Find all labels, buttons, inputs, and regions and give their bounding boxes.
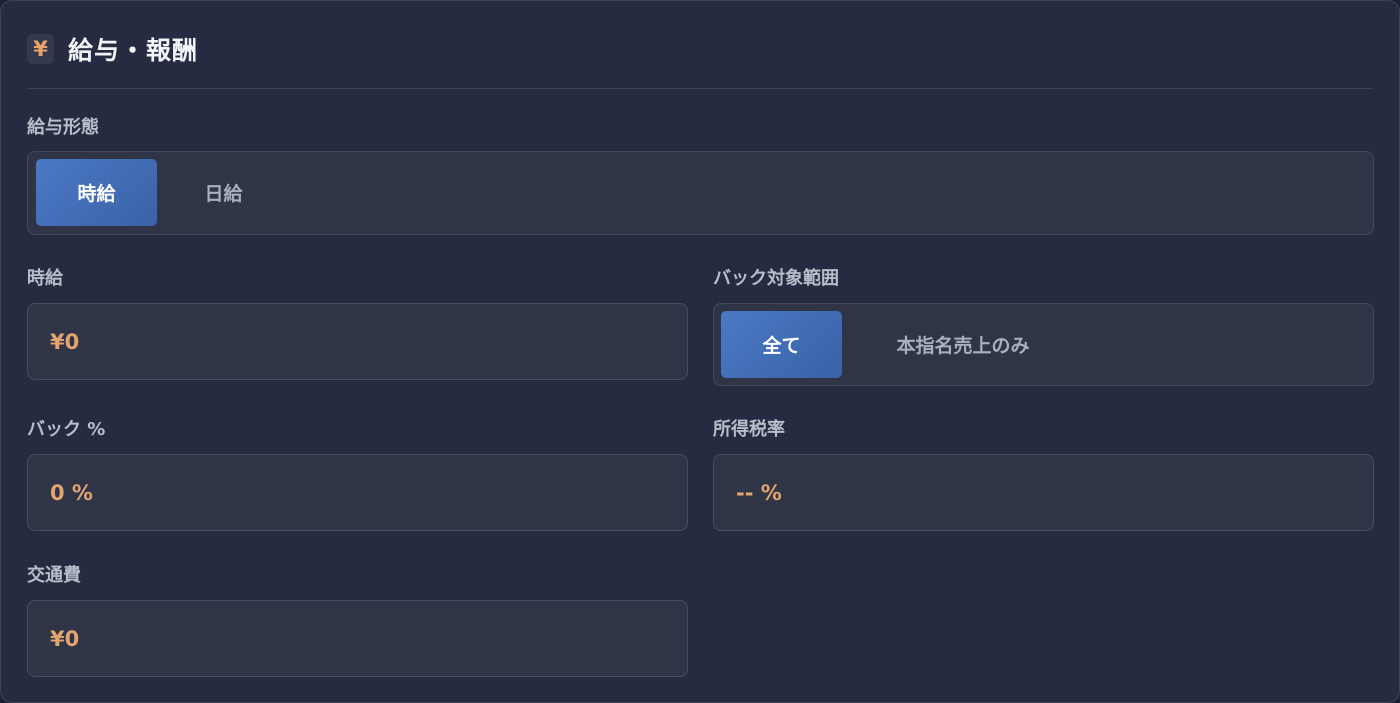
back-scope-option-main-nomination[interactable]: 本指名売上のみ [848,311,1078,378]
back-scope-option-all[interactable]: 全て [721,311,842,378]
transport-label: 交通費 [27,565,81,586]
pay-type-label: 給与形態 [27,117,99,138]
pay-type-option-daily[interactable]: 日給 [163,159,284,226]
pay-type-option-hourly[interactable]: 時給 [36,159,157,226]
header-divider [27,88,1373,89]
income-tax-input[interactable]: -- % [713,454,1374,531]
section-header: ¥ 給与・報酬 [27,31,198,67]
back-percent-label: バック % [27,419,106,440]
transport-input[interactable]: ¥0 [27,600,688,677]
yen-icon: ¥ [27,34,54,64]
pay-type-segmented: 時給 日給 [27,151,1374,235]
back-scope-segmented: 全て 本指名売上のみ [713,303,1374,386]
income-tax-label: 所得税率 [713,419,785,440]
back-scope-label: バック対象範囲 [713,268,839,289]
hourly-wage-label: 時給 [27,268,63,289]
back-percent-input[interactable]: 0 % [27,454,688,531]
hourly-wage-input[interactable]: ¥0 [27,303,688,380]
salary-card: ¥ 給与・報酬 給与形態 時給 日給 時給 ¥0 バック対象範囲 全て 本指名売… [0,0,1400,703]
section-title: 給与・報酬 [68,36,199,65]
